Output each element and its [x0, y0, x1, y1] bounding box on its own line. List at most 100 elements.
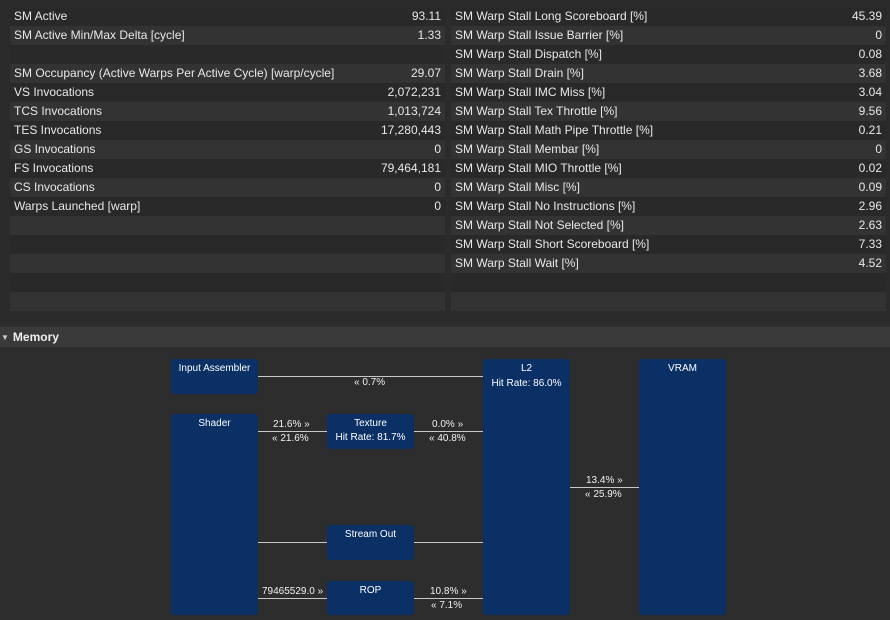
vram-box[interactable]: VRAM — [639, 359, 726, 615]
table-row[interactable] — [10, 273, 445, 292]
metric-value: 0 — [434, 180, 441, 194]
table-row[interactable]: SM Warp Stall Drain [%] 3.68 — [451, 64, 886, 83]
table-row[interactable]: SM Warp Stall Wait [%] 4.52 — [451, 254, 886, 273]
rop-label: ROP — [359, 585, 382, 596]
shader-rop-line — [257, 598, 328, 599]
metric-name: GS Invocations — [14, 142, 96, 156]
metric-value: 29.07 — [410, 66, 441, 80]
metric-name: SM Warp Stall Tex Throttle [%] — [455, 104, 618, 118]
collapse-arrow-icon[interactable]: ▼ — [1, 333, 9, 342]
texture-l2-back-label: « 40.8% — [429, 433, 466, 444]
l2-hit-rate: Hit Rate: 86.0% — [491, 378, 562, 389]
metric-name: SM Warp Stall Issue Barrier [%] — [455, 28, 624, 42]
ia-l2-back-label: « 0.7% — [354, 377, 386, 388]
rop-l2-back-label: « 7.1% — [431, 600, 463, 611]
l2-vram-fwd-label: 13.4% » — [586, 475, 623, 486]
metric-name: TES Invocations — [14, 123, 102, 137]
sm-metrics-table: SM Active 93.11 SM Active Min/Max Delta [c… — [10, 7, 445, 311]
metric-value: 2.63 — [858, 218, 882, 232]
table-row[interactable]: TES Invocations 17,280,443 — [10, 121, 445, 140]
metric-value: 2,072,231 — [387, 85, 441, 99]
table-row[interactable]: SM Warp Stall Tex Throttle [%] 9.56 — [451, 102, 886, 121]
table-row[interactable]: SM Warp Stall Membar [%] 0 — [451, 140, 886, 159]
stream-out-box[interactable]: Stream Out — [327, 525, 414, 560]
table-row[interactable]: SM Warp Stall No Instructions [%] 2.96 — [451, 197, 886, 216]
metric-name: SM Warp Stall Dispatch [%] — [455, 47, 602, 61]
table-row[interactable]: SM Warp Stall IMC Miss [%] 3.04 — [451, 83, 886, 102]
metric-value: 9.56 — [858, 104, 882, 118]
table-row[interactable]: SM Warp Stall Not Selected [%] 2.63 — [451, 216, 886, 235]
metric-value: 7.33 — [858, 237, 882, 251]
metric-name: SM Warp Stall Math Pipe Throttle [%] — [455, 123, 654, 137]
vram-label: VRAM — [668, 363, 697, 374]
metric-name: SM Warp Stall Misc [%] — [455, 180, 580, 194]
texture-hit-rate: Hit Rate: 81.7% — [335, 432, 406, 443]
metric-value: 0.02 — [858, 161, 882, 175]
table-row[interactable] — [10, 216, 445, 235]
metric-name: SM Warp Stall IMC Miss [%] — [455, 85, 606, 99]
rop-box[interactable]: ROP — [327, 581, 414, 615]
table-row[interactable] — [10, 292, 445, 311]
metric-value: 1.33 — [417, 28, 441, 42]
table-row[interactable]: SM Active 93.11 — [10, 7, 445, 26]
metric-value: 0 — [434, 199, 441, 213]
metric-name: SM Warp Stall No Instructions [%] — [455, 199, 636, 213]
metric-value: 0 — [875, 142, 882, 156]
table-row[interactable]: SM Warp Stall Math Pipe Throttle [%] 0.21 — [451, 121, 886, 140]
metric-name: SM Warp Stall Drain [%] — [455, 66, 584, 80]
l2-box[interactable]: L2 Hit Rate: 86.0% — [483, 359, 570, 615]
section-title: Memory — [12, 330, 59, 344]
input-assembler-box[interactable]: Input Assembler — [171, 359, 258, 394]
l2-vram-line — [569, 487, 639, 488]
table-row[interactable]: Warps Launched [warp] 0 — [10, 197, 445, 216]
metric-value: 3.68 — [858, 66, 882, 80]
metric-name: SM Warp Stall Long Scoreboard [%] — [455, 9, 648, 23]
table-row[interactable]: CS Invocations 0 — [10, 178, 445, 197]
table-row[interactable]: SM Warp Stall Short Scoreboard [%] 7.33 — [451, 235, 886, 254]
table-row[interactable]: TCS Invocations 1,013,724 — [10, 102, 445, 121]
shader-label: Shader — [198, 418, 231, 429]
metric-value: 0.08 — [858, 47, 882, 61]
metric-value: 0 — [875, 28, 882, 42]
texture-box[interactable]: Texture Hit Rate: 81.7% — [327, 414, 414, 449]
table-row[interactable]: SM Warp Stall MIO Throttle [%] 0.02 — [451, 159, 886, 178]
shader-box[interactable]: Shader — [171, 414, 258, 615]
texture-l2-fwd-label: 0.0% » — [432, 419, 464, 430]
stream-out-label: Stream Out — [344, 529, 397, 540]
metric-value: 17,280,443 — [380, 123, 441, 137]
table-row[interactable]: SM Active Min/Max Delta [cycle] 1.33 — [10, 26, 445, 45]
metric-name: TCS Invocations — [14, 104, 103, 118]
metric-name: VS Invocations — [14, 85, 95, 99]
metric-name: SM Warp Stall Membar [%] — [455, 142, 600, 156]
table-row[interactable] — [10, 45, 445, 64]
table-row[interactable]: SM Occupancy (Active Warps Per Active Cy… — [10, 64, 445, 83]
table-row[interactable]: VS Invocations 2,072,231 — [10, 83, 445, 102]
table-row[interactable] — [451, 273, 886, 292]
metric-name: Warps Launched [warp] — [14, 199, 141, 213]
metric-name: CS Invocations — [14, 180, 95, 194]
metric-value: 2.96 — [858, 199, 882, 213]
metric-name: SM Warp Stall Short Scoreboard [%] — [455, 237, 650, 251]
texture-l2-line — [413, 431, 483, 432]
table-row[interactable]: SM Warp Stall Misc [%] 0.09 — [451, 178, 886, 197]
metric-value: 0 — [434, 142, 441, 156]
table-row[interactable]: SM Warp Stall Long Scoreboard [%] 45.39 — [451, 7, 886, 26]
texture-label: Texture — [354, 418, 387, 429]
streamout-l2-line — [413, 542, 483, 543]
table-row[interactable] — [10, 235, 445, 254]
memory-section-header[interactable]: ▼ Memory — [0, 327, 890, 347]
metric-value: 79,464,181 — [380, 161, 441, 175]
table-row[interactable]: SM Warp Stall Dispatch [%] 0.08 — [451, 45, 886, 64]
rop-l2-line — [413, 598, 483, 599]
metric-value: 45.39 — [851, 9, 882, 23]
table-row[interactable]: GS Invocations 0 — [10, 140, 445, 159]
table-row[interactable] — [451, 292, 886, 311]
metric-name: FS Invocations — [14, 161, 94, 175]
shader-rop-fwd-label: 79465529.0 » — [262, 586, 324, 597]
metric-value: 0.21 — [858, 123, 882, 137]
table-row[interactable]: FS Invocations 79,464,181 — [10, 159, 445, 178]
rop-l2-fwd-label: 10.8% » — [430, 586, 467, 597]
table-row[interactable] — [10, 254, 445, 273]
metric-name: SM Warp Stall Not Selected [%] — [455, 218, 624, 232]
table-row[interactable]: SM Warp Stall Issue Barrier [%] 0 — [451, 26, 886, 45]
